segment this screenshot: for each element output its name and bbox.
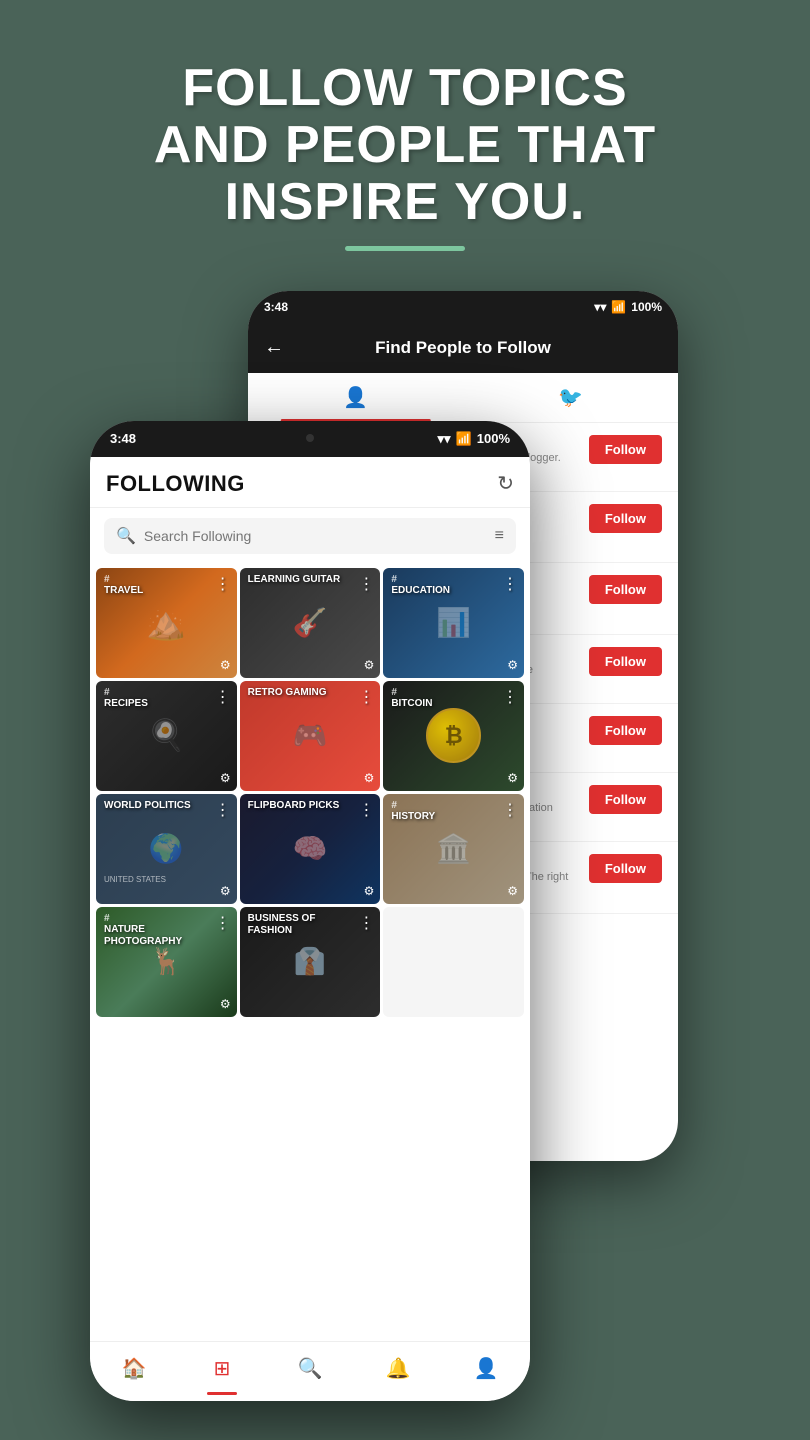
recipes-icon: 🍳 — [148, 718, 185, 753]
front-wifi-icon: ▾▾ — [438, 431, 451, 447]
flipboard-icon: 🧠 — [293, 832, 328, 865]
guitar-icon: 🎸 — [293, 606, 328, 639]
grid-icon: ⊞ — [214, 1356, 231, 1381]
topic-settings-icon[interactable]: ⚙ — [220, 884, 231, 898]
topic-card-politics[interactable]: 🌍 WORLD POLITICS UNITED STATES ⋮ ⚙ — [96, 794, 237, 904]
topic-menu-icon[interactable]: ⋮ — [215, 800, 231, 820]
follow-button[interactable]: Follow — [589, 716, 662, 745]
nav-home[interactable]: 🏠 — [90, 1342, 178, 1395]
nav-notifications[interactable]: 🔔 — [354, 1342, 442, 1395]
follow-button[interactable]: Follow — [589, 647, 662, 676]
notch — [270, 421, 350, 431]
topic-menu-icon[interactable]: ⋮ — [358, 574, 374, 594]
tabs-row: 👤 🐦 — [248, 373, 678, 423]
battery-back-icon: 100% — [631, 300, 662, 314]
refresh-icon[interactable]: ↻ — [497, 471, 514, 496]
topic-card-bitcoin[interactable]: ₿ # BITCOIN ⋮ ⚙ — [383, 681, 524, 791]
topic-card-retro[interactable]: 🎮 RETRO GAMING ⋮ ⚙ — [240, 681, 381, 791]
education-icon: 📊 — [436, 606, 471, 639]
retro-icon: 🎮 — [293, 719, 328, 752]
topic-menu-icon[interactable]: ⋮ — [215, 574, 231, 594]
topic-card-empty — [383, 907, 524, 1017]
topic-settings-icon[interactable]: ⚙ — [220, 658, 231, 672]
following-title: FOLLOWING — [106, 471, 245, 497]
travel-icon: 🏔️ — [146, 604, 186, 642]
front-status-icons: ▾▾ 📶 100% — [438, 431, 511, 447]
topic-grid: 🏔️ # TRAVEL ⋮ ⚙ 🎸 LEARNING GUITAR — [90, 564, 530, 1021]
hero-title: FOLLOW TOPICS AND PEOPLE THAT INSPIRE YO… — [20, 60, 790, 232]
topic-settings-icon[interactable]: ⚙ — [507, 884, 518, 898]
camera-dot — [306, 434, 314, 442]
topic-menu-icon[interactable]: ⋮ — [502, 574, 518, 594]
topic-menu-icon[interactable]: ⋮ — [502, 687, 518, 707]
bitcoin-visual: ₿ — [426, 708, 481, 763]
search-input[interactable] — [144, 528, 487, 544]
follow-button[interactable]: Follow — [589, 575, 662, 604]
profile-nav-icon: 👤 — [474, 1356, 499, 1381]
topic-settings-icon[interactable]: ⚙ — [507, 771, 518, 785]
topic-card-guitar[interactable]: 🎸 LEARNING GUITAR ⋮ ⚙ — [240, 568, 381, 678]
back-status-icons: ▾▾ 📶 100% — [594, 300, 662, 314]
topic-settings-icon[interactable]: ⚙ — [364, 771, 375, 785]
topic-settings-icon[interactable]: ⚙ — [364, 884, 375, 898]
follow-button[interactable]: Follow — [589, 785, 662, 814]
front-battery-icon: 100% — [477, 431, 510, 446]
front-signal-icon: 📶 — [456, 431, 472, 447]
follow-button[interactable]: Follow — [589, 435, 662, 464]
topic-card-fashion[interactable]: 👔 BUSINESS OF FASHION ⋮ — [240, 907, 381, 1017]
phone-front-inner: 3:48 ▾▾ 📶 100% FOLLOWING ↻ 🔍 ≡ — [90, 421, 530, 1401]
hero-section: FOLLOW TOPICS AND PEOPLE THAT INSPIRE YO… — [0, 0, 810, 281]
back-status-bar: 3:48 ▾▾ 📶 100% — [248, 291, 678, 323]
topic-menu-icon[interactable]: ⋮ — [358, 800, 374, 820]
nature-icon: 🦌 — [150, 946, 182, 977]
twitter-tab-icon: 🐦 — [558, 387, 583, 409]
search-icon: 🔍 — [116, 526, 136, 546]
topic-card-history[interactable]: 🏛️ # HISTORY ⋮ ⚙ — [383, 794, 524, 904]
back-button[interactable]: ← — [264, 336, 284, 359]
politics-icon: 🌍 — [149, 832, 184, 865]
nav-search[interactable]: 🔍 — [266, 1342, 354, 1395]
topic-settings-icon[interactable]: ⚙ — [220, 771, 231, 785]
topic-settings-icon[interactable]: ⚙ — [364, 658, 375, 672]
topic-menu-icon[interactable]: ⋮ — [215, 687, 231, 707]
topic-settings-icon[interactable]: ⚙ — [220, 997, 231, 1011]
back-status-time: 3:48 — [264, 300, 288, 314]
back-screen-title: Find People to Follow — [375, 338, 551, 358]
fashion-icon: 👔 — [294, 946, 326, 977]
topic-menu-icon[interactable]: ⋮ — [358, 913, 374, 933]
wifi-icon: ▾▾ — [594, 300, 606, 314]
tab-people[interactable]: 👤 — [248, 373, 463, 422]
nav-profile[interactable]: 👤 — [442, 1342, 530, 1395]
front-status-time: 3:48 — [110, 431, 136, 446]
bottom-nav: 🏠 ⊞ 🔍 🔔 👤 — [90, 1341, 530, 1401]
following-header: FOLLOWING ↻ — [90, 457, 530, 508]
search-bar: 🔍 ≡ — [104, 518, 516, 554]
hero-underline — [345, 246, 465, 251]
topic-menu-icon[interactable]: ⋮ — [215, 913, 231, 933]
topic-menu-icon[interactable]: ⋮ — [358, 687, 374, 707]
topic-card-travel[interactable]: 🏔️ # TRAVEL ⋮ ⚙ — [96, 568, 237, 678]
tab-twitter[interactable]: 🐦 — [463, 373, 678, 422]
search-nav-icon: 🔍 — [298, 1356, 323, 1381]
follow-button[interactable]: Follow — [589, 854, 662, 883]
nav-grid[interactable]: ⊞ — [178, 1342, 266, 1395]
topic-card-nature[interactable]: 🦌 # NATURE PHOTOGRAPHY ⋮ ⚙ — [96, 907, 237, 1017]
topic-card-education[interactable]: 📊 # EDUCATION ⋮ ⚙ — [383, 568, 524, 678]
back-screen-header: ← Find People to Follow — [248, 323, 678, 373]
country-label: UNITED STATES — [104, 875, 166, 884]
topic-card-recipes[interactable]: 🍳 # RECIPES ⋮ ⚙ — [96, 681, 237, 791]
topic-card-flipboard[interactable]: 🧠 FLIPBOARD PICKS ⋮ ⚙ — [240, 794, 381, 904]
phone-front: 3:48 ▾▾ 📶 100% FOLLOWING ↻ 🔍 ≡ — [90, 421, 530, 1401]
home-icon: 🏠 — [122, 1356, 147, 1381]
history-icon: 🏛️ — [436, 832, 471, 865]
person-tab-icon: 👤 — [343, 387, 368, 409]
filter-icon[interactable]: ≡ — [495, 527, 504, 545]
signal-icon: 📶 — [611, 300, 626, 314]
topic-menu-icon[interactable]: ⋮ — [502, 800, 518, 820]
follow-button[interactable]: Follow — [589, 504, 662, 533]
bell-icon: 🔔 — [386, 1356, 411, 1381]
phones-container: 3:48 ▾▾ 📶 100% ← Find People to Follow 👤… — [0, 281, 810, 1381]
topic-settings-icon[interactable]: ⚙ — [507, 658, 518, 672]
